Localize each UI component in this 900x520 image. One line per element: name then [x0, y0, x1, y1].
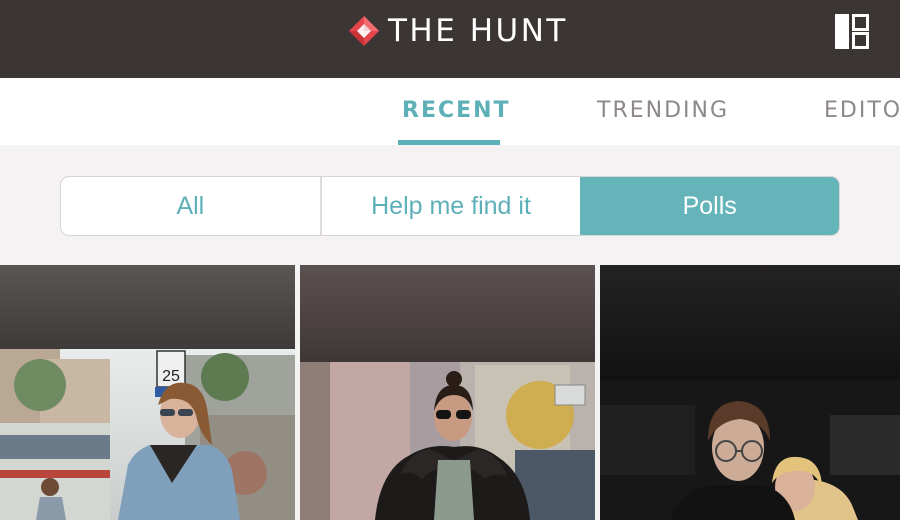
photo-grid: 25: [0, 265, 900, 520]
filter-polls[interactable]: Polls: [580, 177, 839, 235]
tab-bar: RECENT TRENDING EDITO: [0, 78, 900, 145]
street-style-photo: [600, 265, 900, 520]
photo-card[interactable]: 25: [0, 265, 295, 520]
active-tab-indicator: [398, 140, 500, 145]
brand-name: THE HUNT: [388, 13, 568, 49]
filter-all[interactable]: All: [61, 177, 320, 235]
top-header: THE HUNT: [0, 0, 900, 78]
feed-filter: All Help me find it Polls: [60, 176, 840, 236]
tab-recent[interactable]: RECENT: [402, 98, 511, 145]
brand[interactable]: THE HUNT: [348, 13, 568, 49]
tab-trending[interactable]: TRENDING: [597, 98, 729, 145]
photo-card[interactable]: [600, 265, 900, 520]
tab-editors[interactable]: EDITO: [824, 98, 900, 145]
filter-help-me-find-it[interactable]: Help me find it: [319, 177, 581, 235]
layout-toggle-button[interactable]: [832, 12, 872, 52]
street-style-photo: [300, 265, 595, 520]
photo-card[interactable]: [300, 265, 595, 520]
street-style-photo: 25: [0, 265, 295, 520]
layout-toggle-icon: [835, 14, 869, 49]
diamond-logo-icon: [349, 16, 379, 46]
street-sign-text: 25: [162, 368, 180, 385]
